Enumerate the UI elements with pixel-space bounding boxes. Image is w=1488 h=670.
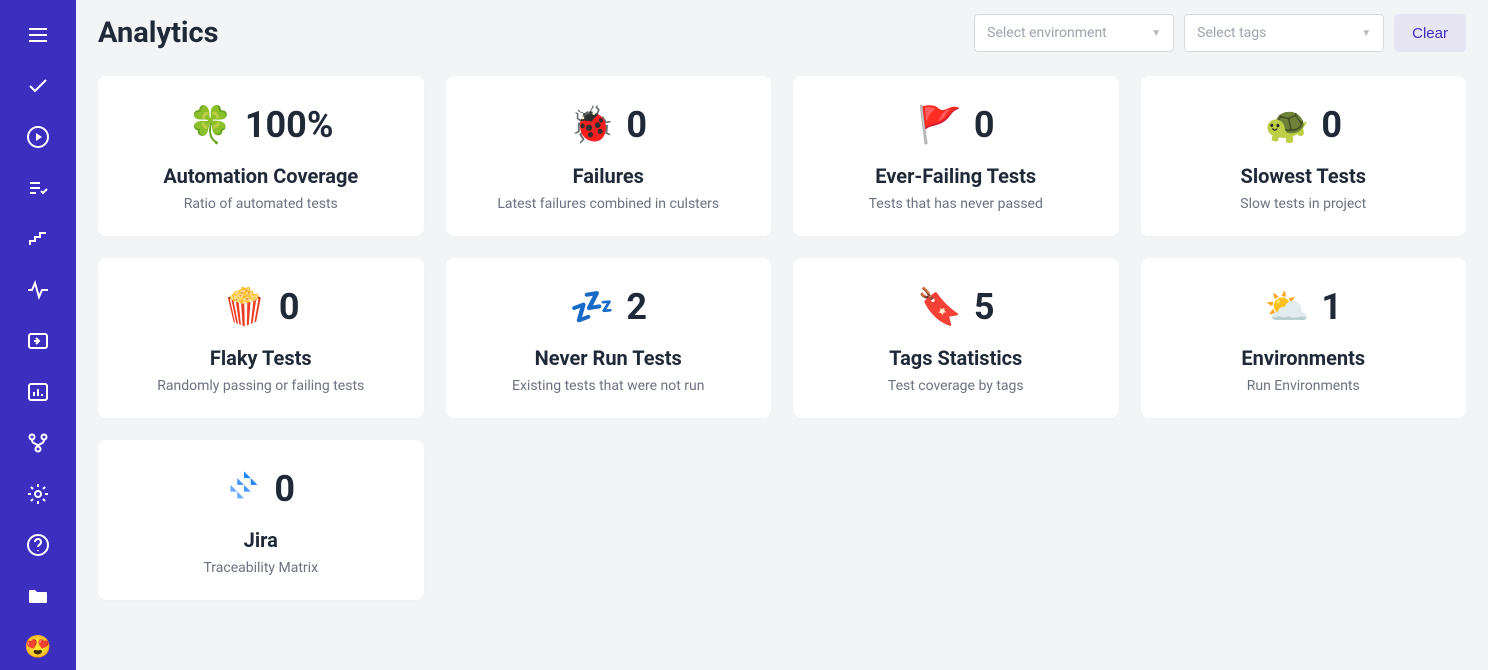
flag-icon: 🚩 [917,107,962,143]
chevron-down-icon: ▼ [1151,28,1161,39]
card-failures[interactable]: 🐞 0 Failures Latest failures combined in… [446,76,772,236]
card-never-run[interactable]: 💤 2 Never Run Tests Existing tests that … [446,258,772,418]
cards-grid: 🍀 100% Automation Coverage Ratio of auto… [98,76,1466,600]
card-jira[interactable]: 0 Jira Traceability Matrix [98,440,424,600]
sun-cloud-icon: ⛅ [1265,289,1310,325]
card-subtitle: Randomly passing or failing tests [114,378,408,394]
steps-icon[interactable] [14,216,62,261]
card-title: Jira [114,528,408,552]
card-title: Slowest Tests [1157,164,1451,188]
sidebar: 😍 [0,0,76,670]
card-subtitle: Slow tests in project [1157,196,1451,212]
card-title: Failures [462,164,756,188]
card-subtitle: Run Environments [1157,378,1451,394]
check-icon[interactable] [14,63,62,108]
clear-button[interactable]: Clear [1394,14,1466,52]
bookmark-icon: 🔖 [917,289,962,325]
help-icon[interactable] [14,523,62,568]
card-subtitle: Existing tests that were not run [462,378,756,394]
tags-select[interactable]: Select tags ▼ [1184,14,1384,52]
import-icon[interactable] [14,318,62,363]
hamburger-icon[interactable] [14,12,62,57]
card-value: 100% [245,104,334,146]
topbar: Analytics Select environment ▼ Select ta… [98,14,1466,52]
card-value: 0 [274,468,295,510]
card-ever-failing[interactable]: 🚩 0 Ever-Failing Tests Tests that has ne… [793,76,1119,236]
environment-select[interactable]: Select environment ▼ [974,14,1174,52]
card-subtitle: Test coverage by tags [809,378,1103,394]
branch-icon[interactable] [14,421,62,466]
pulse-icon[interactable] [14,267,62,312]
clover-icon: 🍀 [188,107,233,143]
card-value: 0 [1321,104,1342,146]
card-title: Environments [1157,346,1451,370]
card-subtitle: Latest failures combined in culsters [462,196,756,212]
turtle-icon: 🐢 [1265,107,1310,143]
page-title: Analytics [98,16,964,50]
card-environments[interactable]: ⛅ 1 Environments Run Environments [1141,258,1467,418]
card-value: 5 [974,286,995,328]
card-subtitle: Ratio of automated tests [114,196,408,212]
analytics-icon[interactable] [14,370,62,415]
card-value: 1 [1321,286,1342,328]
card-title: Never Run Tests [462,346,756,370]
card-subtitle: Tests that has never passed [809,196,1103,212]
list-check-icon[interactable] [14,165,62,210]
environment-select-placeholder: Select environment [987,25,1107,41]
card-value: 0 [279,286,300,328]
zzz-icon: 💤 [570,289,615,325]
card-slowest[interactable]: 🐢 0 Slowest Tests Slow tests in project [1141,76,1467,236]
card-value: 2 [626,286,647,328]
chevron-down-icon: ▼ [1361,28,1371,39]
card-subtitle: Traceability Matrix [114,560,408,576]
bug-icon: 🐞 [570,107,615,143]
tags-select-placeholder: Select tags [1197,25,1266,41]
main-content: Analytics Select environment ▼ Select ta… [76,0,1488,670]
heart-eyes-emoji[interactable]: 😍 [14,625,62,670]
card-title: Automation Coverage [114,164,408,188]
jira-icon [226,468,262,510]
card-value: 0 [626,104,647,146]
card-value: 0 [974,104,995,146]
gear-icon[interactable] [14,472,62,517]
card-title: Flaky Tests [114,346,408,370]
card-title: Tags Statistics [809,346,1103,370]
play-icon[interactable] [14,114,62,159]
card-tags-stats[interactable]: 🔖 5 Tags Statistics Test coverage by tag… [793,258,1119,418]
folder-icon[interactable] [14,574,62,619]
popcorn-icon: 🍿 [222,289,267,325]
card-title: Ever-Failing Tests [809,164,1103,188]
card-automation-coverage[interactable]: 🍀 100% Automation Coverage Ratio of auto… [98,76,424,236]
card-flaky[interactable]: 🍿 0 Flaky Tests Randomly passing or fail… [98,258,424,418]
